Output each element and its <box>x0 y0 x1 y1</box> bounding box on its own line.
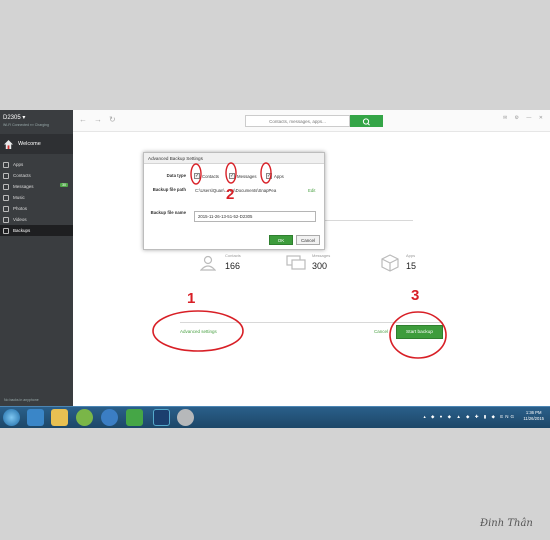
annotation-number-1: 1 <box>187 290 196 307</box>
annotation-circle-advanced <box>152 310 244 352</box>
annotation-circle-apps <box>260 162 272 184</box>
signature: Đinh Thân <box>480 518 533 529</box>
annotation-circle-contacts <box>190 163 202 185</box>
annotation-circle-messages <box>225 162 237 184</box>
annotation-number-3: 3 <box>411 287 420 304</box>
annotation-circle-start <box>389 311 447 359</box>
annotation-number-2: 2 <box>226 186 235 203</box>
annotation-layer <box>152 162 447 359</box>
